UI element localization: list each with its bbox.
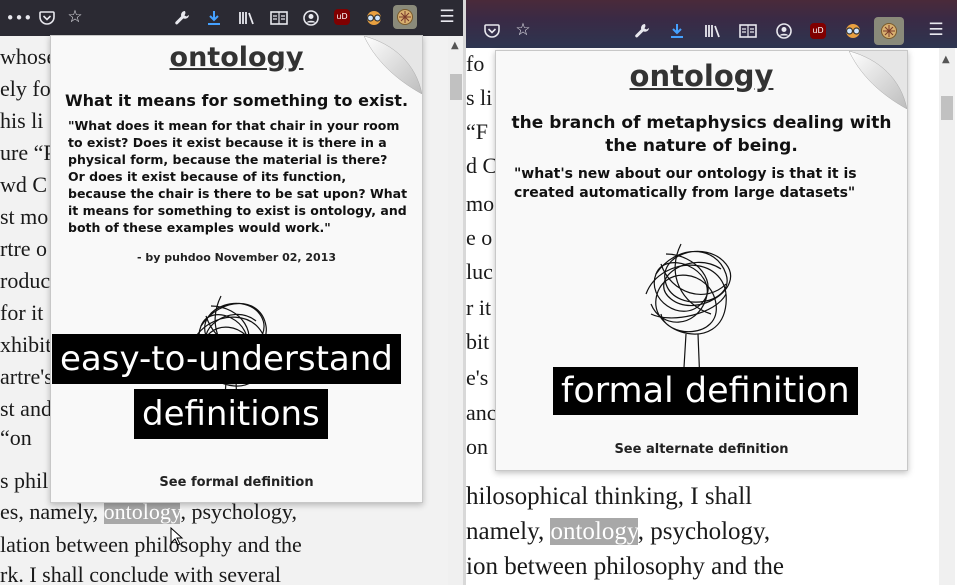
page-line: anc [466, 400, 497, 425]
caption-definitions: definitions [134, 389, 328, 439]
highlighted-word[interactable]: ontology [550, 518, 638, 545]
page-line: e's [466, 365, 489, 390]
page-line: rtre o [0, 236, 48, 261]
left-page-text-column: whose ely fo his li ure “P wd C st mo rt… [0, 36, 56, 506]
page-line: for it [0, 300, 44, 325]
popup-word-title[interactable]: ontology [496, 59, 907, 93]
right-browser-pane: ☆ uD ☰ fo s li “F d C mo e o luc r it bi… [466, 0, 957, 585]
page-line: e o [466, 225, 493, 250]
pocket-icon[interactable] [36, 7, 58, 29]
scroll-up-arrow-icon[interactable]: ▲ [451, 40, 459, 51]
page-line: fo [466, 51, 485, 76]
right-body-line-3: ion between philosophy and the [466, 553, 784, 580]
popup-definition: the branch of metaphysics dealing with t… [511, 113, 892, 156]
page-line: “F [466, 119, 488, 144]
wrench-icon[interactable] [631, 20, 653, 42]
popup-example: "what's new about our ontology is that i… [514, 166, 857, 201]
see-formal-definition-link[interactable]: See formal definition [51, 475, 422, 490]
star-icon[interactable]: ☆ [64, 6, 86, 28]
account-icon[interactable] [773, 20, 795, 42]
library-icon[interactable] [702, 20, 724, 42]
right-body-line-2: namely, ontology, psychology, [466, 518, 770, 546]
glasses-extension-icon[interactable] [363, 7, 385, 29]
page-line: “on [0, 425, 32, 450]
page-line: on [466, 434, 488, 459]
page-line: whose [0, 44, 57, 69]
left-body-line-2: lation between philosophy and the [0, 532, 302, 557]
right-scrollbar[interactable]: ▲ [939, 48, 955, 585]
hamburger-menu-icon[interactable]: ☰ [436, 6, 458, 28]
page-line: roduc [0, 268, 51, 293]
page-line: xhibit [0, 332, 52, 357]
page-curl-icon[interactable] [849, 51, 907, 109]
left-scrollbar[interactable]: ▲ [448, 36, 464, 585]
dictionary-extension-icon[interactable] [874, 17, 904, 45]
page-text-fragment: , psychology, [637, 518, 771, 545]
page-curl-icon[interactable] [364, 36, 422, 94]
left-body-line-3: rk. I shall conclude with several [0, 562, 282, 585]
popup-example: "What does it mean for that chair in you… [68, 118, 408, 235]
caption-easy-to-understand: easy-to-understand [52, 334, 401, 384]
page-line: r it [466, 295, 492, 320]
wrench-icon[interactable] [171, 7, 193, 29]
page-line: st mo [0, 204, 49, 229]
page-line: artre's [0, 364, 53, 389]
download-icon[interactable] [666, 20, 688, 42]
page-line: luc [466, 259, 493, 284]
right-body-line-1: hilosophical thinking, I shall [466, 483, 753, 510]
scroll-up-arrow-icon[interactable]: ▲ [942, 54, 950, 65]
caption-formal-definition: formal definition [553, 367, 858, 415]
page-line: his li [0, 108, 44, 133]
right-toolbar: ☆ uD ☰ [466, 0, 957, 48]
overflow-menu-icon[interactable]: ••• [6, 7, 33, 29]
see-alternate-definition-link[interactable]: See alternate definition [496, 442, 907, 457]
dictionary-extension-icon[interactable] [393, 5, 417, 29]
account-icon[interactable] [300, 7, 322, 29]
page-line: s phil [0, 468, 49, 493]
pocket-icon[interactable] [481, 20, 503, 42]
ublock-icon[interactable]: uD [810, 23, 826, 39]
page-line: mo [466, 191, 495, 216]
popup-author: - by puhdoo November 02, 2013 [137, 251, 336, 264]
page-line: s li [466, 85, 493, 110]
ublock-icon[interactable]: uD [334, 9, 350, 25]
scroll-thumb[interactable] [450, 74, 462, 100]
star-icon[interactable]: ☆ [512, 19, 534, 41]
glasses-extension-icon[interactable] [842, 20, 864, 42]
page-line: bit [466, 329, 490, 354]
right-page-text-column: fo s li “F d C mo e o luc r it bit e's a… [466, 48, 498, 478]
left-toolbar: ••• ☆ uD ☰ [0, 0, 466, 36]
left-browser-pane: ••• ☆ uD ☰ whose ely fo his li ure “P wd… [0, 0, 466, 585]
page-line: ely fo [0, 76, 51, 101]
mouse-cursor-icon [170, 527, 184, 546]
reader-view-icon[interactable] [737, 20, 759, 42]
page-line: st and [0, 396, 52, 421]
library-icon[interactable] [236, 7, 258, 29]
download-icon[interactable] [203, 7, 225, 29]
page-line: ure “P [0, 140, 56, 165]
page-line: d C [466, 153, 498, 178]
hamburger-menu-icon[interactable]: ☰ [925, 19, 947, 41]
scroll-thumb[interactable] [941, 96, 953, 120]
page-line: wd C [0, 172, 48, 197]
page-text-fragment: namely, [466, 518, 545, 545]
reader-view-icon[interactable] [268, 7, 290, 29]
